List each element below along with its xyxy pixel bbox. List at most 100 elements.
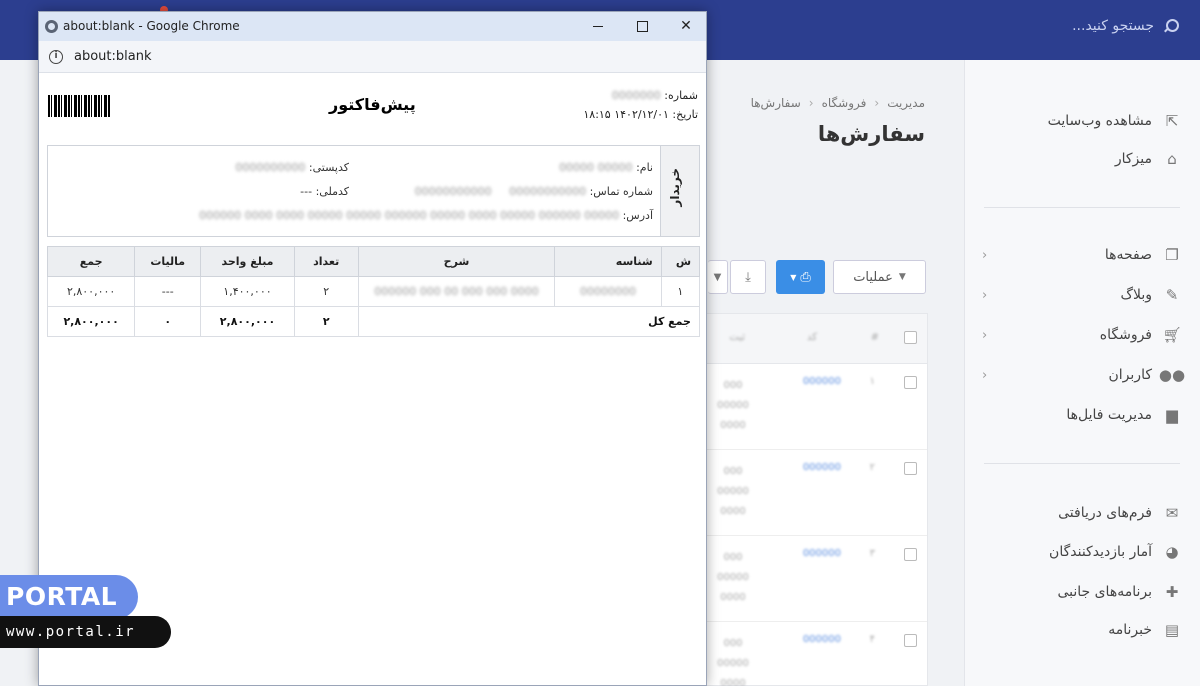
more-dropdown[interactable]: ▼ <box>708 260 728 294</box>
url-text[interactable]: about:blank <box>74 49 152 64</box>
sidebar-item-label: مدیریت فایل‌ها <box>1066 407 1152 423</box>
sidebar-item-forms[interactable]: ✉ فرم‌های دریافتی <box>982 500 1182 526</box>
grand-total-row: جمع کل ۲ ۲,۸۰۰,۰۰۰ ۰ ۲,۸۰۰,۰۰۰ <box>46 306 701 337</box>
select-all-checkbox[interactable] <box>904 331 917 344</box>
orders-table: # کد ثبت ۱ 000000 000 00000 0000 ۲ 00000… <box>706 313 928 686</box>
buyer-postal: کدپستی: 0000000000 <box>235 161 349 174</box>
row-checkbox[interactable] <box>904 376 917 389</box>
row-checkbox[interactable] <box>904 548 917 561</box>
breadcrumb-item[interactable]: فروشگاه <box>822 96 867 110</box>
sidebar-item-plugins[interactable]: ✚ برنامه‌های جانبی <box>982 579 1182 605</box>
blurred-link[interactable]: 000000 <box>803 376 841 387</box>
print-button[interactable]: ▼ ⎙ <box>776 260 825 294</box>
blurred-link[interactable]: 000000 <box>803 548 841 559</box>
col-tax: مالیات <box>134 246 202 277</box>
sidebar-item-newsletter[interactable]: ▤ خبرنامه <box>982 617 1182 643</box>
sidebar-item-label: صفحه‌ها <box>1104 247 1152 263</box>
pages-icon: ❐ <box>1165 246 1179 264</box>
caret-down-icon: ▼ <box>790 272 797 282</box>
home-icon: ⌂ <box>1167 150 1177 168</box>
sidebar-item-label: برنامه‌های جانبی <box>1057 584 1152 600</box>
invoice-date-value: ۱۴۰۲/۱۲/۰۱ ۱۸:۱۵ <box>583 108 669 121</box>
blurred-link[interactable]: 000000 <box>803 634 841 645</box>
sidebar-item-label: مشاهده وب‌سایت <box>1047 113 1152 129</box>
breadcrumb-item[interactable]: مدیریت <box>887 96 925 110</box>
page-title: سفارش‌ها <box>817 122 925 146</box>
blurred-link[interactable]: 000000 <box>803 462 841 473</box>
chevron-left-icon: ‹ <box>982 287 988 303</box>
buyer-national-id: کدملی: --- <box>300 185 349 198</box>
sidebar-item-users[interactable]: ●● کاربران ‹ <box>982 362 1186 388</box>
buyer-address: آدرس: 00000 000000 00000 0000 00000 0000… <box>199 209 653 222</box>
caret-down-icon: ▼ <box>713 271 722 283</box>
row-checkbox[interactable] <box>904 462 917 475</box>
national-id-value: --- <box>300 185 313 198</box>
sidebar-item-stats[interactable]: ◕ آمار بازدیدکنندگان <box>982 539 1182 565</box>
maximize-button[interactable] <box>631 17 653 35</box>
sidebar-item-shop[interactable]: 🛒︎ فروشگاه ‹ <box>982 322 1182 348</box>
col-unit-price: مبلغ واحد <box>200 246 295 277</box>
sidebar-divider <box>984 207 1180 208</box>
grand-total-amount: ۲,۸۰۰,۰۰۰ <box>46 306 136 337</box>
watermark-url: www.portal.ir <box>0 616 171 648</box>
grand-total-tax: ۰ <box>134 306 202 337</box>
table-row[interactable]: ۳ 000000 000 00000 0000 <box>707 536 927 622</box>
grand-total-unit-price: ۲,۸۰۰,۰۰۰ <box>200 306 295 337</box>
blurred-cell: 000 00000 0000 <box>717 380 749 431</box>
grand-total-quantity: ۲ <box>293 306 359 337</box>
sidebar-item-view-site[interactable]: ⇱ مشاهده وب‌سایت <box>982 108 1182 134</box>
sidebar-item-label: فروشگاه <box>1099 327 1152 343</box>
blurred-cell: 000 00000 0000 <box>717 638 749 686</box>
window-title: about:blank - Google Chrome <box>63 19 240 33</box>
sidebar-item-label: آمار بازدیدکنندگان <box>1049 544 1152 560</box>
users-icon: ●● <box>1158 366 1186 384</box>
redacted-name: 00000 00000 <box>559 161 633 174</box>
sidebar-item-pages[interactable]: ❐ صفحه‌ها ‹ <box>982 242 1182 268</box>
items-header-row: ش شناسه شرح تعداد مبلغ واحد مالیات جمع <box>46 246 701 277</box>
row-id: 00000000 <box>554 276 662 307</box>
chevron-left-icon: ‹ <box>982 367 988 383</box>
buyer-section-label: خریدار <box>660 146 699 236</box>
info-icon[interactable]: i <box>49 50 63 64</box>
breadcrumb: مدیریت ‹ فروشگاه ‹ سفارش‌ها <box>751 96 925 110</box>
sidebar-item-files[interactable]: ▆ مدیریت فایل‌ها <box>982 402 1182 428</box>
col-index: ش <box>660 246 701 277</box>
sidebar-item-dashboard[interactable]: ⌂ میزکار <box>982 146 1182 172</box>
blurred-header: # <box>870 332 879 343</box>
close-button[interactable]: ✕ <box>675 17 697 35</box>
table-header: # کد ثبت <box>707 314 927 364</box>
row-total: ۲,۸۰۰,۰۰۰ <box>46 276 136 307</box>
table-row[interactable]: ۱ 000000 000 00000 0000 <box>707 364 927 450</box>
sidebar-item-label: فرم‌های دریافتی <box>1058 505 1152 521</box>
cart-icon: 🛒︎ <box>1162 326 1182 344</box>
redacted-phone: 00000000000 00000000000 <box>414 185 587 198</box>
address-label: آدرس: <box>622 209 653 222</box>
envelope-icon: ✉ <box>1165 504 1179 522</box>
table-row[interactable]: ۴ 000000 000 00000 0000 <box>707 622 927 686</box>
blurred-header: کد <box>806 332 817 343</box>
grand-total-label: جمع کل <box>357 306 701 337</box>
window-titlebar[interactable]: about:blank - Google Chrome ✕ <box>39 12 706 41</box>
redacted-postal: 0000000000 <box>235 161 306 174</box>
caret-down-icon: ▼ <box>898 272 906 282</box>
download-button[interactable]: ⤓ <box>730 260 766 294</box>
sidebar-item-blog[interactable]: ✎ وبلاگ ‹ <box>982 282 1182 308</box>
breadcrumb-item: سفارش‌ها <box>750 96 801 110</box>
table-row[interactable]: ۲ 000000 000 00000 0000 <box>707 450 927 536</box>
row-tax: --- <box>134 276 202 307</box>
operations-dropdown[interactable]: عملیات ▼ <box>833 260 926 294</box>
search-box[interactable]: جستجو کنید... <box>1072 18 1179 34</box>
blurred-cell: ۴ <box>869 634 875 645</box>
col-quantity: تعداد <box>293 246 359 277</box>
watermark-brand: PORTAL <box>0 575 138 619</box>
sidebar-divider <box>984 463 1180 464</box>
minimize-button[interactable] <box>587 17 609 35</box>
phone-label: شماره تماس: <box>589 185 653 198</box>
name-label: نام: <box>636 161 653 174</box>
invoice-number-label: شماره: <box>664 89 698 102</box>
row-checkbox[interactable] <box>904 634 917 647</box>
address-bar[interactable]: i about:blank <box>39 41 706 73</box>
buyer-phone: شماره تماس: 00000000000 00000000000 <box>415 185 653 198</box>
redacted-address: 00000 000000 00000 0000 00000 000000 000… <box>199 209 620 222</box>
blurred-cell: ۱ <box>869 376 875 387</box>
